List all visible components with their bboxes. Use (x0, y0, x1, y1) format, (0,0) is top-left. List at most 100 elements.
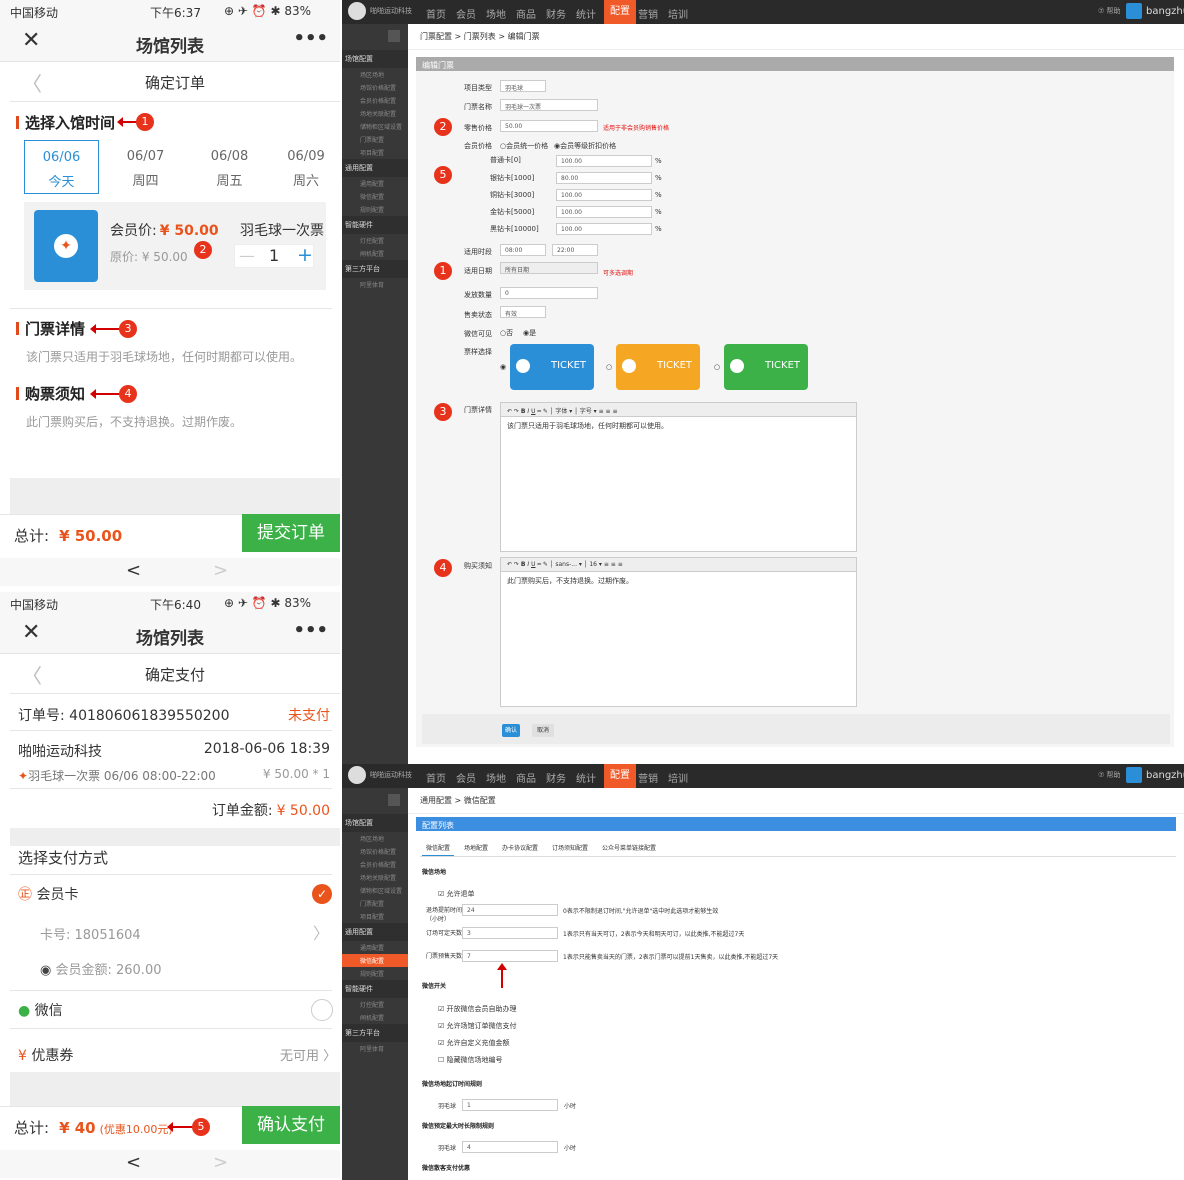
confirm-button[interactable]: 确认 (502, 724, 520, 737)
tab-venue[interactable]: 场地配置 (464, 843, 488, 852)
sidebar-item[interactable]: 储物柜区域设置 (342, 120, 408, 133)
nav-home[interactable]: 首页 (426, 6, 446, 21)
nav-marketing[interactable]: 营销 (638, 770, 658, 785)
sidebar-item[interactable]: 门票配置 (342, 897, 408, 910)
forward-arrow-icon[interactable]: > (213, 560, 228, 581)
nav-stats[interactable]: 统计 (576, 770, 596, 785)
sidebar-group-venue[interactable]: 场馆配置 (342, 50, 408, 68)
forward-arrow-icon[interactable]: > (213, 1152, 228, 1173)
editor-text[interactable]: 此门票购买后，不支持退换。过期作废。 (501, 572, 856, 590)
date-select[interactable]: 所有日期 (500, 262, 598, 274)
sidebar-item[interactable]: 会员价格配置 (342, 94, 408, 107)
chevron-right-icon[interactable]: 〉 (323, 1049, 336, 1064)
sidebar-item[interactable]: 阿里体育 (342, 1042, 408, 1055)
submit-order-button[interactable]: 提交订单 (242, 514, 340, 552)
nav-finance[interactable]: 财务 (546, 770, 566, 785)
back-arrow-icon[interactable]: < (126, 1152, 141, 1173)
date-option[interactable]: 06/08 周五 (192, 140, 267, 194)
time-to-select[interactable]: 22:00 (552, 244, 598, 256)
sidebar-group-general[interactable]: 通用配置 (342, 159, 408, 177)
sidebar-group-hardware[interactable]: 智能硬件 (342, 216, 408, 234)
ticket-days-input[interactable]: 7 (462, 950, 558, 962)
level-input[interactable]: 100.00 (556, 206, 652, 218)
switch-checkbox-4[interactable]: ☐ 隐藏微信场地编号 (438, 1055, 503, 1065)
sidebar-item[interactable]: 场区场地 (342, 832, 408, 845)
item-type-select[interactable]: 羽毛球 (500, 80, 546, 92)
nav-goods[interactable]: 商品 (516, 6, 536, 21)
date-option-today[interactable]: 06/06 今天 (24, 140, 99, 194)
sidebar-item[interactable]: 会员价格配置 (342, 858, 408, 871)
help-link[interactable]: ⑦ 帮助 (1098, 770, 1121, 780)
nav-training[interactable]: 培训 (668, 6, 688, 21)
nav-home[interactable]: 首页 (426, 770, 446, 785)
member-card-option[interactable]: ㊣ 会员卡 (18, 884, 78, 904)
sidebar-item[interactable]: 场区场地 (342, 68, 408, 81)
tab-menu-link[interactable]: 公众号菜单链接配置 (602, 843, 656, 852)
nav-stats[interactable]: 统计 (576, 6, 596, 21)
sale-status-select[interactable]: 有效 (500, 306, 546, 318)
visible-no-radio[interactable]: ○否 (500, 328, 513, 338)
more-icon[interactable]: ••• (293, 28, 328, 49)
menu-icon[interactable] (388, 794, 400, 806)
sidebar-item[interactable]: 门票配置 (342, 133, 408, 146)
allow-refund-checkbox[interactable]: ☑ 允许退单 (438, 889, 475, 899)
ticket-style-radio[interactable]: ◉ (500, 363, 506, 371)
tab-booking-notice[interactable]: 订场须知配置 (552, 843, 588, 852)
minus-button[interactable]: — (239, 246, 255, 265)
sidebar-item[interactable]: 场馆价格配置 (342, 81, 408, 94)
nav-config[interactable]: 配置 (604, 764, 636, 788)
sidebar-group-general[interactable]: 通用配置 (342, 923, 408, 941)
font-select[interactable]: 字体 (555, 408, 567, 415)
sidebar-item-wechat-config[interactable]: 微信配置 (342, 954, 408, 967)
radio-level-discount[interactable]: ◉会员等级折扣价格 (554, 141, 616, 151)
wechat-pay-option[interactable]: ● 微信 (18, 1000, 63, 1020)
level-input[interactable]: 100.00 (556, 223, 652, 235)
ticket-style-blue[interactable]: TICKET (510, 344, 594, 390)
font-select[interactable]: sans-... (555, 561, 577, 568)
nav-member[interactable]: 会员 (456, 770, 476, 785)
sidebar-item[interactable]: 通用配置 (342, 177, 408, 190)
refund-hours-input[interactable]: 24 (462, 904, 558, 916)
sidebar-item[interactable]: 场地关联配置 (342, 107, 408, 120)
nav-member[interactable]: 会员 (456, 6, 476, 21)
avatar[interactable] (1126, 3, 1142, 19)
qty-input[interactable]: 0 (500, 287, 598, 299)
nav-finance[interactable]: 财务 (546, 6, 566, 21)
sidebar-group-hardware[interactable]: 智能硬件 (342, 980, 408, 998)
max-rule-input[interactable]: 4 (462, 1141, 558, 1153)
time-from-select[interactable]: 08:00 (500, 244, 546, 256)
level-input[interactable]: 100.00 (556, 155, 652, 167)
user-name[interactable]: bangzhu (1146, 6, 1184, 17)
sidebar-item[interactable]: 通用配置 (342, 941, 408, 954)
notice-editor[interactable]: ↶ ↷ B I U ━ ✎ │ sans-... ▾ │ 16 ▾ ≡ ≡ ≡ … (500, 557, 857, 707)
menu-toggle[interactable] (342, 788, 408, 814)
size-select[interactable]: 字号 (580, 408, 592, 415)
sidebar-item[interactable]: 储物柜区域设置 (342, 884, 408, 897)
wechat-radio[interactable] (311, 999, 333, 1021)
more-icon[interactable]: ••• (293, 620, 328, 641)
sidebar-item[interactable]: 规则配置 (342, 967, 408, 980)
avatar[interactable] (1126, 767, 1142, 783)
nav-training[interactable]: 培训 (668, 770, 688, 785)
editor-text[interactable]: 该门票只适用于羽毛球场地，任何时期都可以使用。 (501, 417, 856, 435)
plus-button[interactable]: + (297, 244, 313, 266)
chevron-right-icon[interactable]: 〉 (313, 920, 329, 944)
tab-wechat[interactable]: 微信配置 (422, 843, 455, 857)
menu-toggle[interactable] (342, 24, 408, 50)
confirm-pay-button[interactable]: 确认支付 (242, 1106, 340, 1144)
sidebar-item[interactable]: 项目配置 (342, 146, 408, 159)
ticket-style-radio[interactable]: ○ (714, 363, 720, 371)
book-days-input[interactable]: 3 (462, 927, 558, 939)
ticket-style-radio[interactable]: ○ (606, 363, 612, 371)
nav-marketing[interactable]: 营销 (638, 6, 658, 21)
switch-checkbox-2[interactable]: ☑ 允许场馆订单微信支付 (438, 1021, 517, 1031)
visible-yes-radio[interactable]: ◉是 (523, 328, 536, 338)
sidebar-group-thirdparty[interactable]: 第三方平台 (342, 1024, 408, 1042)
switch-checkbox-1[interactable]: ☑ 开放微信会员自助办理 (438, 1004, 517, 1014)
level-input[interactable]: 100.00 (556, 189, 652, 201)
level-input[interactable]: 80.00 (556, 172, 652, 184)
ticket-style-green[interactable]: TICKET (724, 344, 808, 390)
sidebar-item[interactable]: 规则配置 (342, 203, 408, 216)
cancel-button[interactable]: 取消 (532, 724, 554, 737)
sidebar-item[interactable]: 灯控配置 (342, 998, 408, 1011)
